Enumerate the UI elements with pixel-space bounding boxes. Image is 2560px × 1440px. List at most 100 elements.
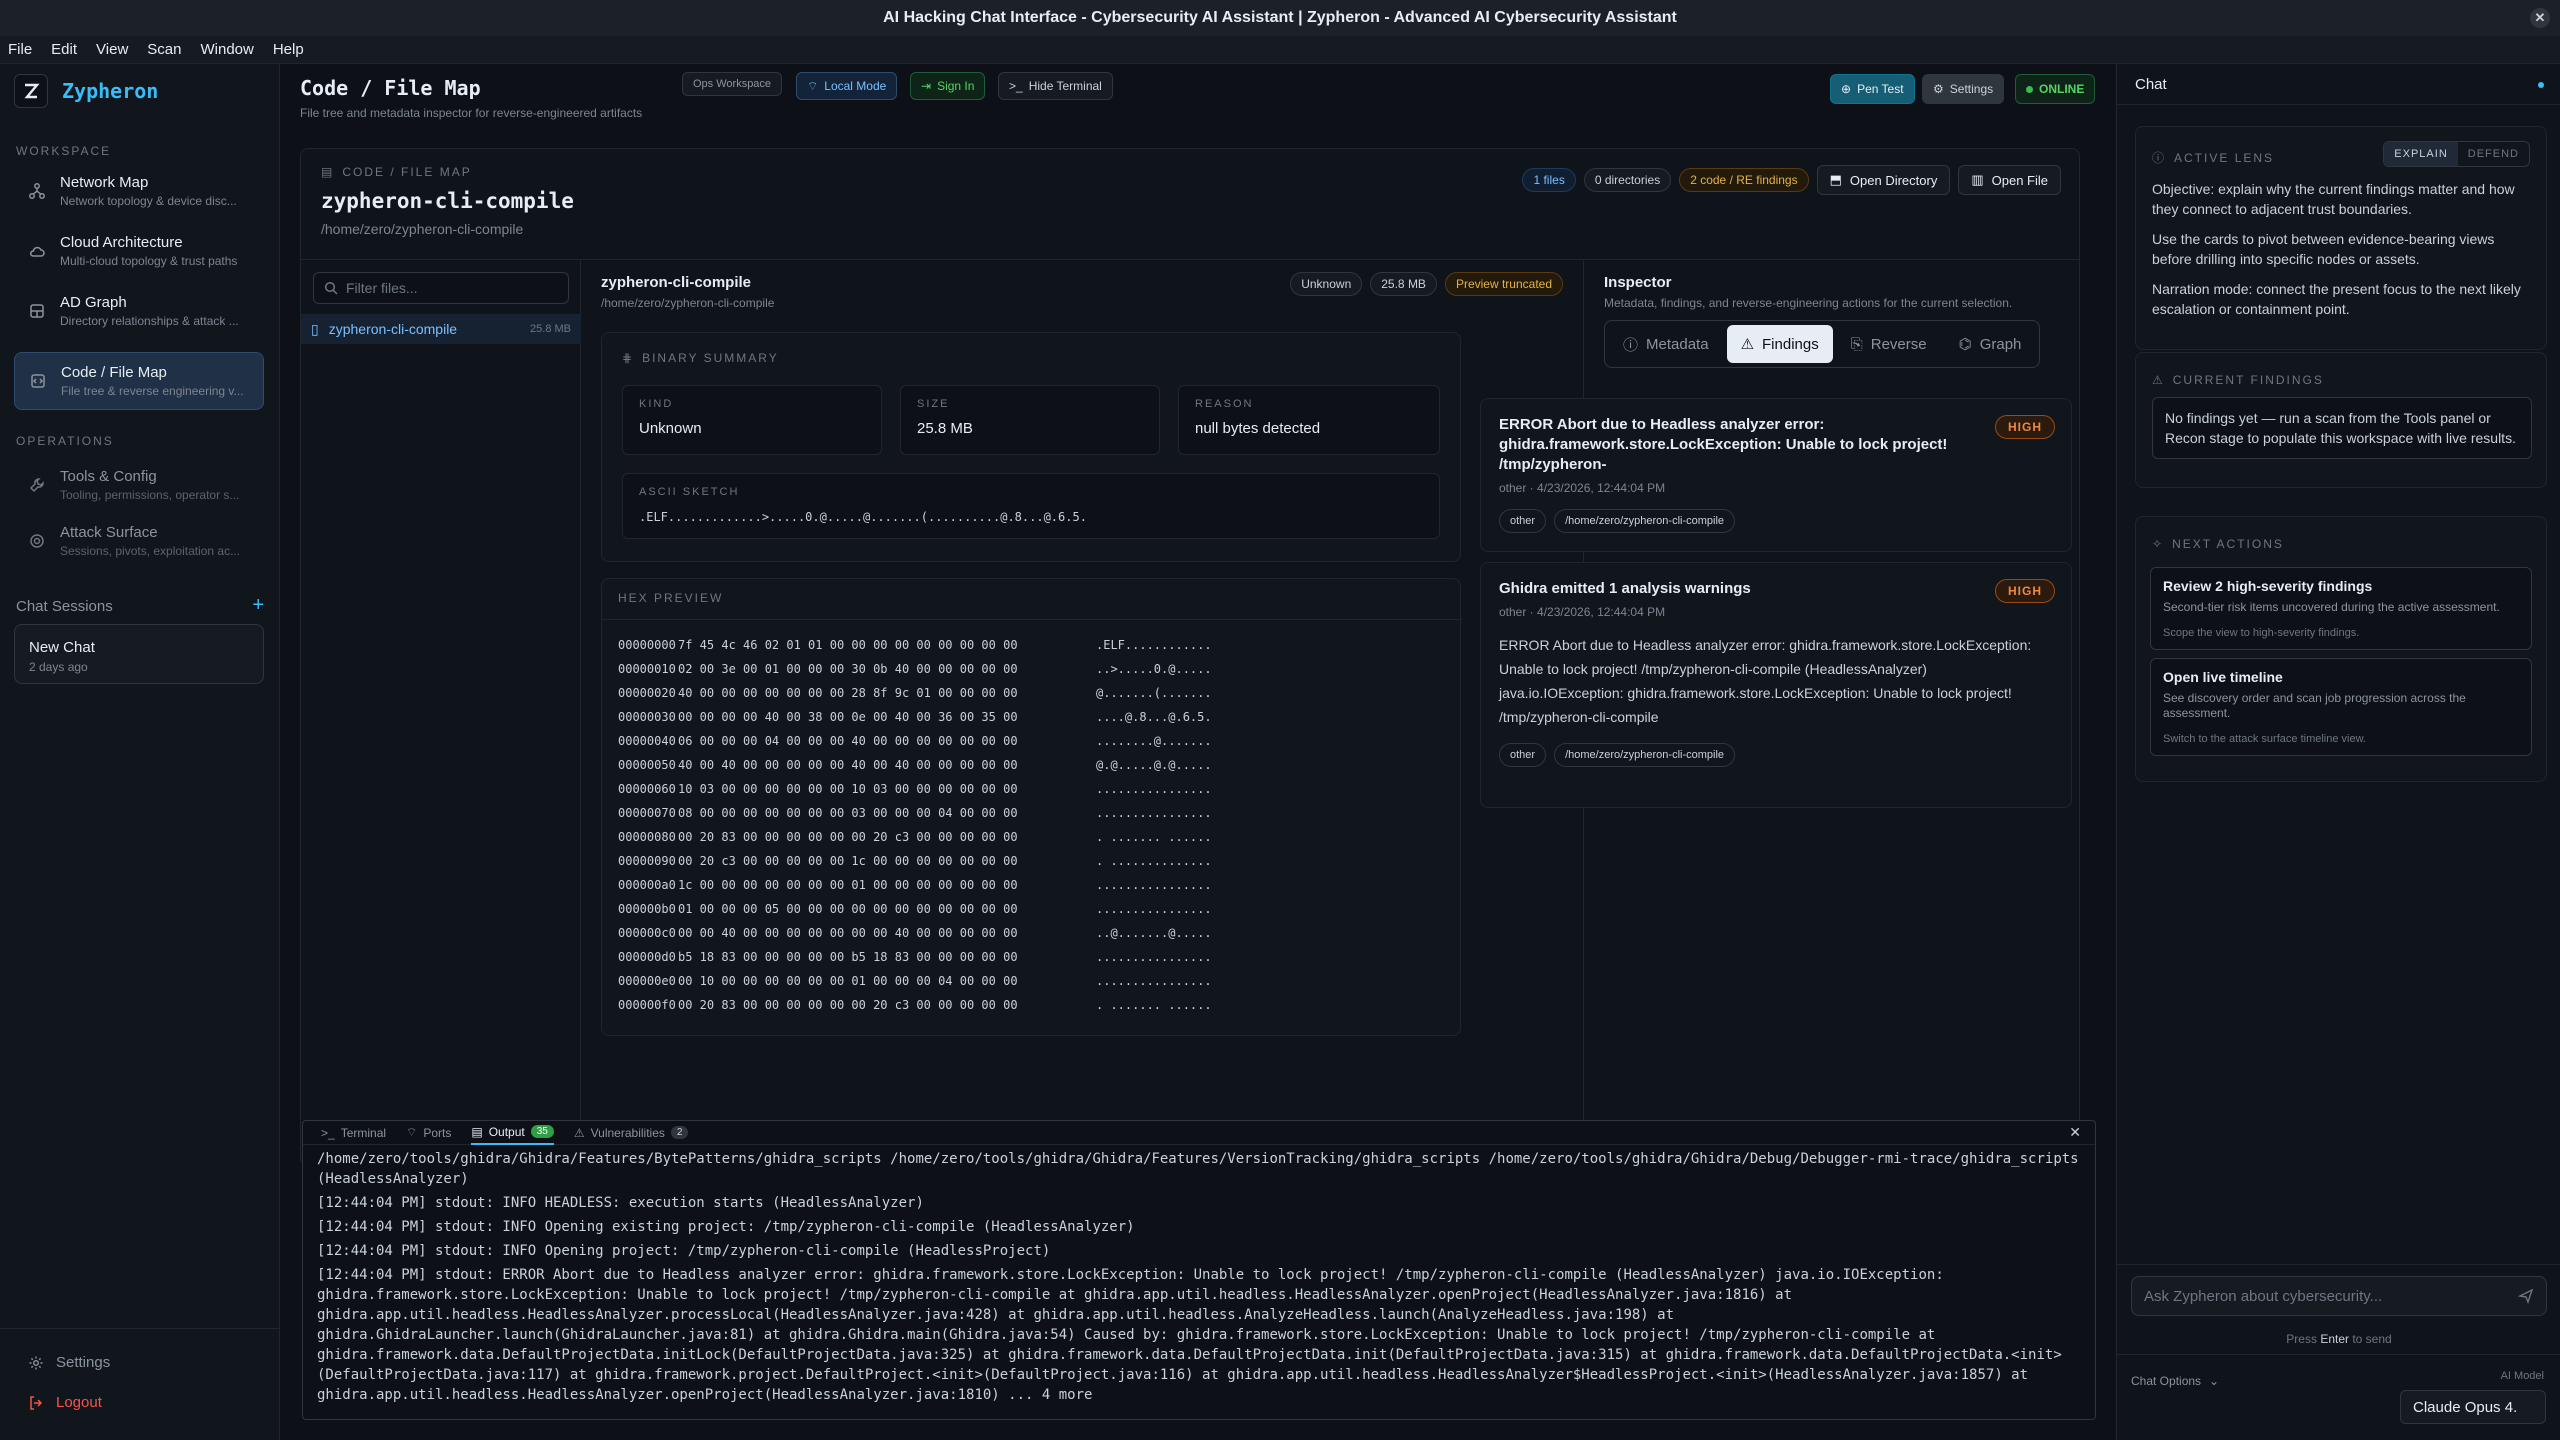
filter-files-input[interactable]: Filter files... (313, 272, 569, 304)
hex-bytes: 02 00 3e 00 01 00 00 00 30 0b 40 00 00 0… (678, 662, 1018, 676)
sidebar-item-tools-config[interactable]: Tools & Config Tooling, permissions, oper… (14, 456, 264, 514)
finding-meta: other · 4/23/2026, 12:44:04 PM (1499, 605, 1666, 619)
hex-ascii: ................ (1096, 782, 1212, 796)
menu-edit[interactable]: Edit (51, 41, 77, 58)
hex-offset: 000000d0 (618, 950, 676, 964)
hex-row: 00000090 00 20 c3 00 00 00 00 00 1c 00 00… (618, 849, 1212, 873)
logout-link[interactable]: Logout (28, 1394, 102, 1411)
menu-view[interactable]: View (96, 41, 128, 58)
active-lens-label: ACTIVE LENS (2174, 150, 2275, 165)
binary-summary-card: ⋕ BINARY SUMMARY KIND Unknown SIZE 25.8 MB … (601, 332, 1461, 562)
cloud-icon (28, 242, 46, 260)
active-lens-header: ⓘ ACTIVE LENS (2152, 149, 2274, 166)
current-findings-header: ⚠ CURRENT FINDINGS (2152, 373, 2324, 387)
zypheron-logo-icon (14, 74, 48, 108)
tab-findings[interactable]: ⚠ Findings (1726, 325, 1833, 363)
lens-paragraph: Narration mode: connect the present focu… (2152, 281, 2521, 317)
settings-button[interactable]: ⚙ Settings (1922, 74, 2005, 104)
sign-in-button[interactable]: ⇥ Sign In (910, 72, 986, 100)
search-icon (324, 281, 338, 295)
ai-model-select[interactable]: Claude Opus 4. (2400, 1390, 2546, 1424)
hex-bytes: 00 10 00 00 00 00 00 00 01 00 00 00 04 0… (678, 974, 1018, 988)
chat-input[interactable]: Ask Zypheron about cybersecurity... (2131, 1276, 2547, 1316)
gear-icon: ⚙ (1933, 82, 1944, 96)
send-icon[interactable] (2518, 1288, 2534, 1304)
sidebar-item-label: Code / File Map (61, 364, 167, 381)
tab-vulnerabilities[interactable]: ⚠ Vulnerabilities 2 (574, 1121, 689, 1145)
sidebar-item-label: Attack Surface (60, 524, 158, 541)
log-line: [12:44:04 PM] stdout: INFO Opening exist… (317, 1219, 1135, 1235)
ascii-sketch-label: ASCII SKETCH (639, 486, 740, 498)
tab-label: Metadata (1646, 335, 1709, 353)
chat-session-title: New Chat (29, 639, 95, 656)
tab-output[interactable]: ▤ Output 35 (471, 1121, 554, 1145)
wifi-icon: ⌔ (807, 78, 819, 93)
current-findings-label: CURRENT FINDINGS (2172, 373, 2324, 387)
open-file-button[interactable]: ▥ Open File (1958, 165, 2061, 195)
tab-ports[interactable]: ⌔ Ports (406, 1121, 451, 1145)
logout-icon (28, 1395, 44, 1411)
local-mode-pill[interactable]: ⌔ Local Mode (796, 72, 898, 100)
log-line: [12:44:04 PM] stdout: INFO HEADLESS: exe… (317, 1195, 924, 1211)
hex-bytes: 00 00 40 00 00 00 00 00 00 00 40 00 00 0… (678, 926, 1018, 940)
tab-terminal[interactable]: >_ Terminal (321, 1121, 386, 1145)
next-action-item[interactable]: Review 2 high-severity findings Second-t… (2150, 567, 2532, 650)
finding-tags: other /home/zero/zypheron-cli-compile (1499, 509, 2053, 533)
finding-card[interactable]: ERROR Abort due to Headless analyzer err… (1480, 398, 2072, 552)
hex-row: 000000e0 00 10 00 00 00 00 00 00 01 00 00… (618, 969, 1212, 993)
hex-bytes: 40 00 40 00 00 00 00 00 40 00 40 00 00 0… (678, 758, 1018, 772)
menu-help[interactable]: Help (273, 41, 304, 58)
workspace-section-label: WORKSPACE (16, 144, 112, 158)
current-findings-text: No findings yet — run a scan from the To… (2165, 410, 2516, 446)
current-findings-card: ⚠ CURRENT FINDINGS No findings yet — run … (2135, 352, 2547, 488)
hide-terminal-button[interactable]: >_ Hide Terminal (998, 72, 1113, 100)
next-action-item[interactable]: Open live timeline See discovery order a… (2150, 658, 2532, 756)
pen-test-label: Pen Test (1857, 82, 1904, 96)
local-mode-label: Local Mode (824, 79, 887, 93)
sidebar-item-label: Cloud Architecture (60, 234, 183, 251)
info-icon: ⓘ (1623, 336, 1639, 354)
lens-paragraph: Objective: explain why the current findi… (2152, 181, 2515, 217)
tab-graph[interactable]: ⌬ Graph (1945, 325, 2036, 363)
active-lens-card: ⓘ ACTIVE LENS EXPLAIN DEFEND Objective: e… (2135, 126, 2547, 350)
sidebar-item-attack-surface[interactable]: Attack Surface Sessions, pivots, exploita… (14, 512, 264, 570)
hex-row: 000000f0 00 20 83 00 00 00 00 00 00 20 c3… (618, 993, 1212, 1017)
hex-ascii: . .............. (1096, 854, 1212, 868)
menu-scan[interactable]: Scan (147, 41, 181, 58)
close-panel-icon[interactable]: ✕ (2069, 1124, 2081, 1141)
sidebar-item-ad-graph[interactable]: AD Graph Directory relationships & attack… (14, 282, 264, 340)
settings-label: Settings (56, 1354, 111, 1371)
database-icon (28, 302, 46, 320)
add-chat-icon[interactable]: + (252, 595, 264, 615)
pen-test-button[interactable]: ⊕ Pen Test (1830, 74, 1915, 104)
size-badge: 25.8 MB (1370, 272, 1437, 296)
folder-icon: ⬒ (1829, 172, 1842, 187)
sidebar-item-code-file-map[interactable]: Code / File Map File tree & reverse engin… (14, 352, 264, 410)
menu-window[interactable]: Window (200, 41, 253, 58)
chat-options-button[interactable]: Chat Options ⌄ (2131, 1374, 2219, 1388)
menu-file[interactable]: File (8, 41, 32, 58)
open-file-label: Open File (1991, 172, 2048, 188)
file-tree-item[interactable]: ▯ zypheron-cli-compile 25.8 MB (301, 314, 581, 344)
finding-card[interactable]: Ghidra emitted 1 analysis warnings other… (1480, 562, 2072, 808)
file-icon: ▥ (1971, 172, 1984, 187)
close-window-button[interactable]: ✕ (2530, 8, 2550, 28)
preview-truncated-badge: Preview truncated (1444, 272, 1563, 296)
hex-offset: 00000020 (618, 686, 676, 700)
hex-bytes: 00 20 83 00 00 00 00 00 00 20 c3 00 00 0… (678, 998, 1018, 1012)
sidebar-item-sub: Network topology & device disc... (60, 194, 237, 208)
lens-defend-button[interactable]: DEFEND (2458, 142, 2529, 166)
brand[interactable]: Zypheron (14, 74, 158, 108)
chat-session-item[interactable]: New Chat 2 days ago (14, 624, 264, 684)
settings-link[interactable]: Settings (28, 1354, 110, 1371)
workspace-pill[interactable]: Ops Workspace (682, 72, 783, 96)
sidebar-item-cloud-architecture[interactable]: Cloud Architecture Multi-cloud topology &… (14, 222, 264, 280)
lens-explain-button[interactable]: EXPLAIN (2384, 142, 2458, 166)
finding-title: ERROR Abort due to Headless analyzer err… (1499, 416, 1948, 473)
open-directory-button[interactable]: ⬒ Open Directory (1816, 165, 1951, 195)
sidebar-item-network-map[interactable]: Network Map Network topology & device dis… (14, 162, 264, 220)
tab-metadata[interactable]: ⓘ Metadata (1609, 325, 1723, 363)
send-hint-text: to send (2352, 1332, 2392, 1346)
pen-test-icon: ⊕ (1841, 82, 1852, 96)
tab-reverse[interactable]: ⎘ Reverse (1837, 325, 1941, 363)
